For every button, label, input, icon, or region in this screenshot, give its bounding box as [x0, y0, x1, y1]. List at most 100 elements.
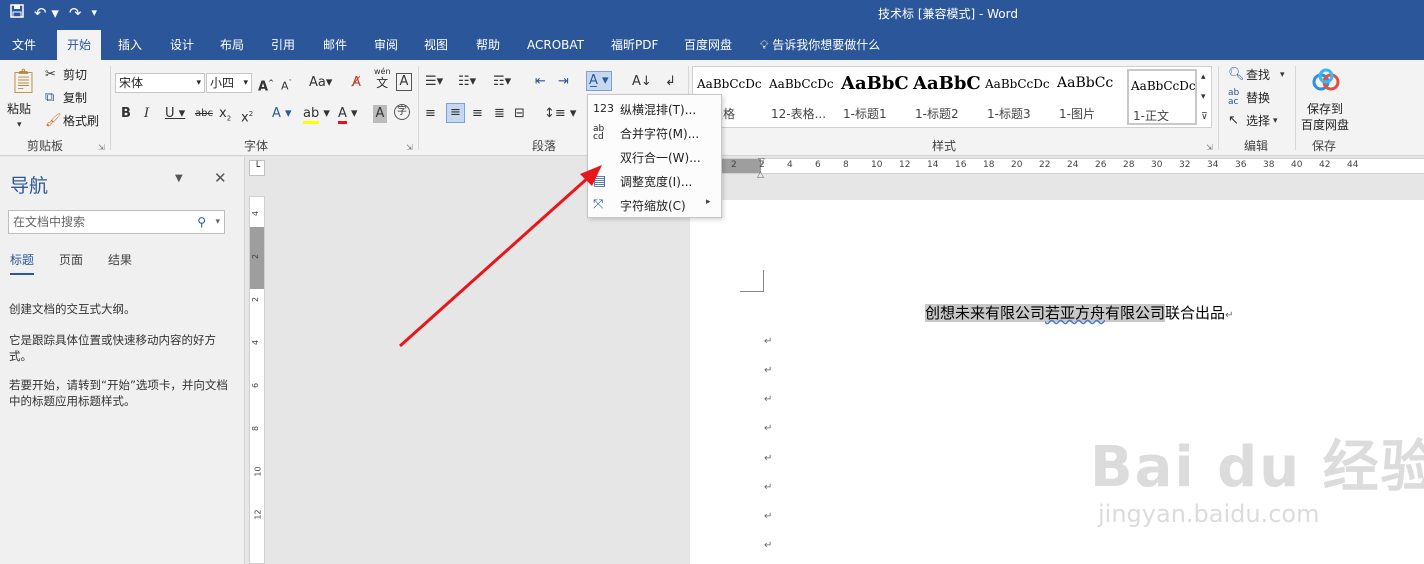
tab-references[interactable]: 引用: [263, 30, 303, 60]
baidu-netdisk-icon[interactable]: [1312, 68, 1340, 98]
clear-format-icon[interactable]: A̸: [352, 74, 361, 92]
scissors-icon[interactable]: ✂: [45, 66, 56, 84]
document-page[interactable]: 创想未来有限公司若亚方舟有限公司联合出品↵ ↵ ↵ ↵ ↵ ↵ ↵ ↵ ↵ Ba…: [690, 200, 1424, 564]
increase-indent-icon[interactable]: ⇥: [558, 73, 569, 91]
menu-item-two-lines-in-one[interactable]: 双行合一(W)...: [588, 145, 721, 169]
chevron-down-icon[interactable]: ▾: [1273, 112, 1278, 130]
style-item-selected[interactable]: AaBbCcDc 1-正文: [1127, 69, 1197, 125]
highlight-icon[interactable]: ab ▾: [303, 105, 330, 124]
scroll-down-icon[interactable]: ▾: [1201, 87, 1206, 107]
tab-help[interactable]: 帮助: [468, 30, 508, 60]
font-name-box[interactable]: 宋体 ▾: [115, 73, 205, 93]
format-painter-button[interactable]: 格式刷: [63, 112, 99, 130]
tell-me-box[interactable]: 💡︎ 告诉我你想要做什么: [752, 30, 888, 60]
close-icon[interactable]: ✕: [214, 169, 227, 187]
customize-qat-icon[interactable]: ▾: [91, 3, 97, 23]
style-item[interactable]: AaBbCcDc 1-标题3: [983, 69, 1053, 125]
indent-marker-icon[interactable]: ▽: [758, 157, 765, 167]
style-item[interactable]: AaBbCc 1-图片: [1055, 69, 1125, 125]
select-cursor-icon[interactable]: ↖: [1228, 112, 1239, 130]
subscript-icon[interactable]: x2: [219, 105, 231, 128]
phonetic-guide-icon[interactable]: wén 文: [374, 68, 391, 91]
paste-icon[interactable]: 📋︎: [8, 68, 38, 94]
text-effects-icon[interactable]: A ▾: [272, 105, 292, 123]
bold-icon[interactable]: B: [121, 105, 131, 123]
style-item[interactable]: AaBbC 1-标题2: [911, 69, 981, 125]
numbering-icon[interactable]: ☷▾: [458, 73, 476, 91]
chevron-down-icon[interactable]: ▾: [243, 74, 248, 92]
document-text[interactable]: 创想未来有限公司若亚方舟有限公司联合出品↵: [925, 302, 1233, 323]
menu-item-char-scaling[interactable]: ⤧ 字符缩放(C) ▸: [588, 193, 721, 217]
line-spacing-icon[interactable]: ↕≡ ▾: [544, 105, 576, 123]
tab-foxit-pdf[interactable]: 福昕PDF: [603, 30, 666, 60]
undo-icon[interactable]: ↶ ▾: [34, 3, 59, 23]
asian-layout-icon[interactable]: A̲ ▾: [586, 71, 612, 91]
tab-baidu-netdisk[interactable]: 百度网盘: [676, 30, 740, 60]
style-item[interactable]: AaBbC 1-标题1: [839, 69, 909, 125]
strikethrough-icon[interactable]: abc: [195, 105, 213, 123]
menu-item-tate-chu-yoko[interactable]: 123 纵横混排(T)...: [588, 97, 721, 121]
italic-icon[interactable]: I: [144, 105, 149, 123]
superscript-icon[interactable]: x2: [241, 105, 253, 127]
bullets-icon[interactable]: ☰▾: [425, 73, 443, 91]
tab-insert[interactable]: 插入: [110, 30, 150, 60]
tab-file[interactable]: 文件: [4, 30, 44, 60]
shrink-font-icon[interactable]: Aˇ: [281, 74, 292, 96]
copy-button[interactable]: 复制: [63, 89, 87, 107]
replace-button[interactable]: 替换: [1246, 89, 1270, 107]
multilevel-list-icon[interactable]: ☶▾: [493, 73, 511, 91]
tab-stop-selector[interactable]: └: [249, 160, 265, 176]
menu-item-fit-text[interactable]: ▤ 调整宽度(I)...: [588, 169, 721, 193]
decrease-indent-icon[interactable]: ⇤: [535, 73, 546, 91]
search-input[interactable]: 在文档中搜索 ⚲ ▾: [8, 210, 225, 234]
tab-review[interactable]: 审阅: [366, 30, 406, 60]
copy-icon[interactable]: ⧉: [45, 89, 54, 107]
show-marks-icon[interactable]: ↲: [665, 73, 676, 91]
font-size-box[interactable]: 小四 ▾: [206, 73, 252, 93]
nav-tab-results[interactable]: 结果: [108, 251, 132, 268]
more-styles-icon[interactable]: ⊽: [1201, 107, 1208, 127]
tab-view[interactable]: 视图: [416, 30, 456, 60]
nav-tab-headings[interactable]: 标题: [10, 251, 35, 275]
dialog-launcher-icon[interactable]: ⇲: [1206, 139, 1213, 157]
dialog-launcher-icon[interactable]: ⇲: [98, 139, 105, 157]
nav-tab-pages[interactable]: 页面: [59, 251, 83, 268]
char-shading-icon[interactable]: A: [373, 105, 387, 123]
tab-mailings[interactable]: 邮件: [315, 30, 355, 60]
format-painter-icon[interactable]: 🖌︎: [45, 112, 62, 130]
cut-button[interactable]: 剪切: [63, 66, 87, 84]
style-item[interactable]: AaBbCcDc 12-表格...: [767, 69, 837, 125]
replace-icon[interactable]: ab ac: [1228, 89, 1239, 107]
chevron-down-icon[interactable]: ▾: [1280, 66, 1285, 84]
underline-icon[interactable]: U ▾: [165, 105, 185, 123]
tab-layout[interactable]: 布局: [212, 30, 252, 60]
align-right-icon[interactable]: ≡: [472, 105, 483, 123]
menu-item-combine-chars[interactable]: ab cd 合并字符(M)...: [588, 121, 721, 145]
sort-icon[interactable]: A↓: [632, 73, 652, 91]
search-icon[interactable]: 🔍︎: [1228, 66, 1245, 84]
tab-acrobat[interactable]: ACROBAT: [519, 30, 592, 60]
grow-font-icon[interactable]: A^: [258, 74, 274, 96]
redo-icon[interactable]: ↷: [69, 3, 82, 23]
save-icon[interactable]: [10, 3, 24, 23]
tab-design[interactable]: 设计: [162, 30, 202, 60]
select-button[interactable]: 选择: [1246, 112, 1270, 130]
indent-marker-icon[interactable]: △: [757, 170, 764, 180]
chevron-down-icon[interactable]: ▾: [196, 74, 201, 92]
search-icon[interactable]: ⚲: [197, 211, 206, 233]
distributed-icon[interactable]: ⊟: [514, 105, 525, 123]
nav-options-icon[interactable]: ▼: [175, 173, 183, 184]
find-button[interactable]: 查找: [1246, 66, 1270, 84]
change-case-icon[interactable]: Aa▾: [309, 74, 332, 92]
align-left-icon[interactable]: ≡: [425, 105, 436, 123]
chevron-down-icon[interactable]: ▾: [17, 116, 22, 134]
tab-home[interactable]: 开始: [57, 30, 102, 60]
enclose-chars-icon[interactable]: 字: [394, 104, 410, 120]
save-to-netdisk-line2[interactable]: 百度网盘: [1301, 116, 1349, 134]
chevron-down-icon[interactable]: ▾: [215, 211, 220, 233]
char-border-icon[interactable]: A: [396, 73, 412, 91]
justify-icon[interactable]: ≣: [494, 105, 505, 123]
dialog-launcher-icon[interactable]: ⇲: [406, 139, 413, 157]
scroll-up-icon[interactable]: ▴: [1201, 67, 1206, 87]
font-color-icon[interactable]: A ▾: [338, 105, 358, 124]
